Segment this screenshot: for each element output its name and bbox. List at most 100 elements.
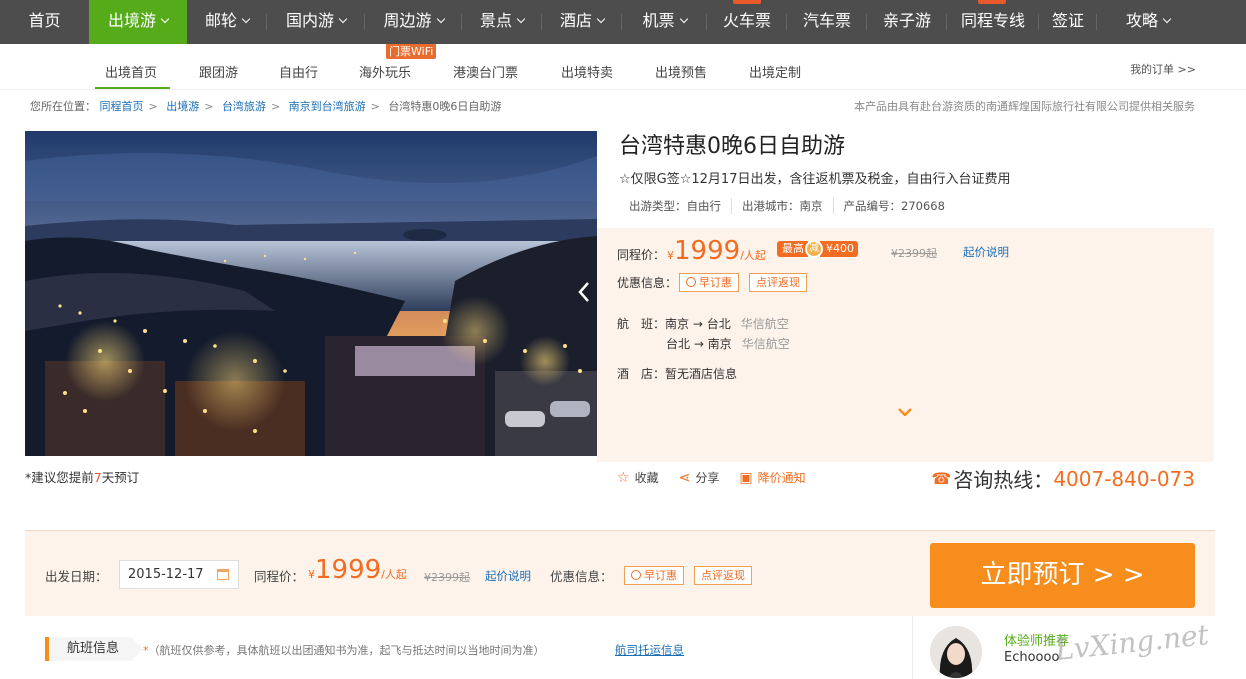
active-tab-underline: [95, 87, 170, 89]
nav-outbound[interactable]: 出境游: [89, 0, 187, 44]
nav-label: 酒店: [559, 11, 592, 30]
nav-bus[interactable]: 汽车票: [787, 0, 867, 44]
nav-label: 邮轮: [204, 11, 237, 30]
chevron-down-icon[interactable]: [898, 408, 912, 416]
nav-hotel[interactable]: 酒店: [542, 0, 622, 44]
departure-date-input[interactable]: 2015-12-17: [119, 560, 239, 589]
product-title: 台湾特惠0晚6日自助游: [619, 134, 845, 159]
review-cashback-tag[interactable]: 点评返现: [749, 273, 808, 292]
chevron-down-icon: [338, 14, 348, 24]
booking-price: ¥ 1999 /人起: [308, 555, 407, 585]
nav-family[interactable]: 亲子游: [867, 0, 947, 44]
calendar-icon: [217, 569, 229, 580]
product-photo[interactable]: [25, 131, 597, 456]
nav-label: 签证: [1051, 11, 1084, 30]
chevron-down-icon: [516, 14, 526, 24]
nav-domestic[interactable]: 国内游: [267, 0, 365, 44]
price-unit: /人起: [740, 249, 766, 262]
tag-label: 点评返现: [701, 569, 745, 582]
jiufen-night-photo: [25, 131, 597, 456]
price-alert-button[interactable]: ▣ 降价通知: [739, 469, 805, 486]
flight-airline: 华信航空: [741, 337, 790, 351]
nav-cruise[interactable]: 邮轮: [187, 0, 267, 44]
recommender-name: Echoooo: [1004, 650, 1060, 665]
nav-label: 周边游: [383, 11, 432, 30]
price-explain-link[interactable]: 起价说明: [963, 244, 1009, 260]
subnav-outbound-home[interactable]: 出境首页: [105, 62, 157, 81]
subnav-custom[interactable]: 出境定制: [749, 62, 801, 81]
nav-nearby[interactable]: 周边游: [365, 0, 462, 44]
booking-original-price: ¥2399起: [424, 571, 470, 584]
share-button[interactable]: ⋖ 分享: [679, 469, 720, 486]
breadcrumb-separator: >: [204, 100, 214, 113]
my-order-link[interactable]: 我的订单 >>: [1130, 61, 1196, 77]
nav-label: 机票: [642, 11, 675, 30]
hotline-number: 4007-840-073: [1053, 466, 1195, 491]
breadcrumb-outbound[interactable]: 出境游: [166, 100, 199, 113]
booking-price-unit: /人起: [381, 568, 407, 581]
recommender-card[interactable]: 体验师推荐 Echoooo: [930, 626, 1230, 679]
recommender-title: 体验师推荐: [1004, 634, 1070, 649]
booking-early-tag[interactable]: 早订惠: [624, 566, 684, 585]
subnav-hk-macau-tw-tickets[interactable]: 港澳台门票: [453, 62, 518, 81]
share-label: 分享: [695, 471, 720, 485]
early-booking-tag[interactable]: 早订惠: [679, 273, 740, 292]
subnav-group-tour[interactable]: 跟团游: [199, 62, 238, 81]
nav-train[interactable]: 火车票: [707, 0, 787, 44]
date-label: 出发日期：: [45, 569, 108, 584]
chevron-down-icon: [241, 14, 251, 24]
price-value: 1999: [674, 236, 741, 266]
breadcrumb-home[interactable]: 同程首页: [100, 100, 144, 113]
nav-special-line[interactable]: 同程专线: [947, 0, 1039, 44]
breadcrumb-taiwan[interactable]: 台湾旅游: [222, 100, 266, 113]
advance-days: 7: [93, 470, 102, 485]
discount-row: 优惠信息： 早订惠 点评返现: [617, 273, 808, 292]
book-now-button[interactable]: 立即预订 > >: [930, 543, 1195, 608]
nav-label: 国内游: [285, 11, 334, 30]
ticket-wifi-badge: 门票WiFi: [386, 44, 437, 59]
nav-guides[interactable]: 攻略: [1097, 0, 1199, 44]
booking-discount-label: 优惠信息：: [550, 569, 613, 584]
flight-route: 台北 → 南京: [666, 337, 732, 351]
price-alert-label: 降价通知: [757, 471, 806, 485]
chevron-left-icon[interactable]: [577, 281, 591, 303]
action-bar: ☆ 收藏 ⋖ 分享 ▣ 降价通知: [617, 469, 826, 486]
subnav-outbound-sale[interactable]: 出境特卖: [561, 62, 613, 81]
breadcrumb-nanjing-taiwan[interactable]: 南京到台湾旅游: [289, 100, 366, 113]
advance-booking-note: *建议您提前7天预订: [25, 467, 139, 486]
nav-attractions[interactable]: 景点: [462, 0, 542, 44]
nav-label: 同程专线: [960, 11, 1025, 30]
favorite-button[interactable]: ☆ 收藏: [617, 469, 659, 486]
booking-explain-link[interactable]: 起价说明: [485, 568, 531, 584]
meta-product-id: 产品编号：270668: [832, 198, 955, 214]
breadcrumb: 您所在位置： 同程首页 > 出境游 > 台湾旅游 > 南京到台湾旅游 > 台湾特惠0晚6…: [30, 98, 501, 114]
hotline-label: 咨询热线：: [953, 468, 1054, 492]
subnav-self-guided[interactable]: 自由行: [279, 62, 318, 81]
chevron-down-icon: [596, 14, 606, 24]
flight-airline: 华信航空: [740, 317, 789, 331]
price-label: 同程价：: [617, 248, 666, 262]
date-value: 2015-12-17: [128, 567, 204, 582]
flight-info-note: *（航班仅供参考，具体航班以出团通知书为准，起飞与抵达时间以当地时间为准）: [143, 642, 545, 658]
chevron-down-icon: [679, 14, 688, 24]
product-meta: 出游类型：自由行 出港城市：南京 产品编号：270668: [619, 198, 955, 214]
subnav-overseas-fun[interactable]: 海外玩乐: [359, 62, 411, 81]
breadcrumb-prefix: 您所在位置：: [30, 100, 96, 113]
chevron-down-icon: [1162, 14, 1172, 24]
subnav-presale[interactable]: 出境预售: [655, 62, 707, 81]
breadcrumb-separator: >: [270, 100, 281, 113]
product-subtitle: ☆仅限G签☆12月17日出发，含往返机票及税金，自由行入台证费用: [619, 172, 1011, 187]
airline-baggage-link[interactable]: 航司托运信息: [615, 642, 684, 658]
nav-flights[interactable]: 机票: [622, 0, 707, 44]
flight-info-tab[interactable]: 航班信息: [45, 637, 144, 661]
nav-label: 攻略: [1125, 11, 1158, 30]
flight-label: 航 班：: [617, 317, 666, 331]
nav-visa[interactable]: 签证: [1039, 0, 1097, 44]
nav-label: 出境游: [107, 11, 156, 30]
max-reduction-badge: 最高 减 ¥400: [777, 240, 858, 258]
share-icon: ⋖: [678, 469, 691, 486]
booking-cashback-tag[interactable]: 点评返现: [694, 566, 752, 585]
nav-home[interactable]: 首页: [0, 0, 89, 44]
nav-label: 火车票: [722, 11, 771, 30]
booking-bar: 出发日期： 2015-12-17 同程价： ¥ 1999 /人起 ¥2399起 …: [25, 530, 1215, 616]
